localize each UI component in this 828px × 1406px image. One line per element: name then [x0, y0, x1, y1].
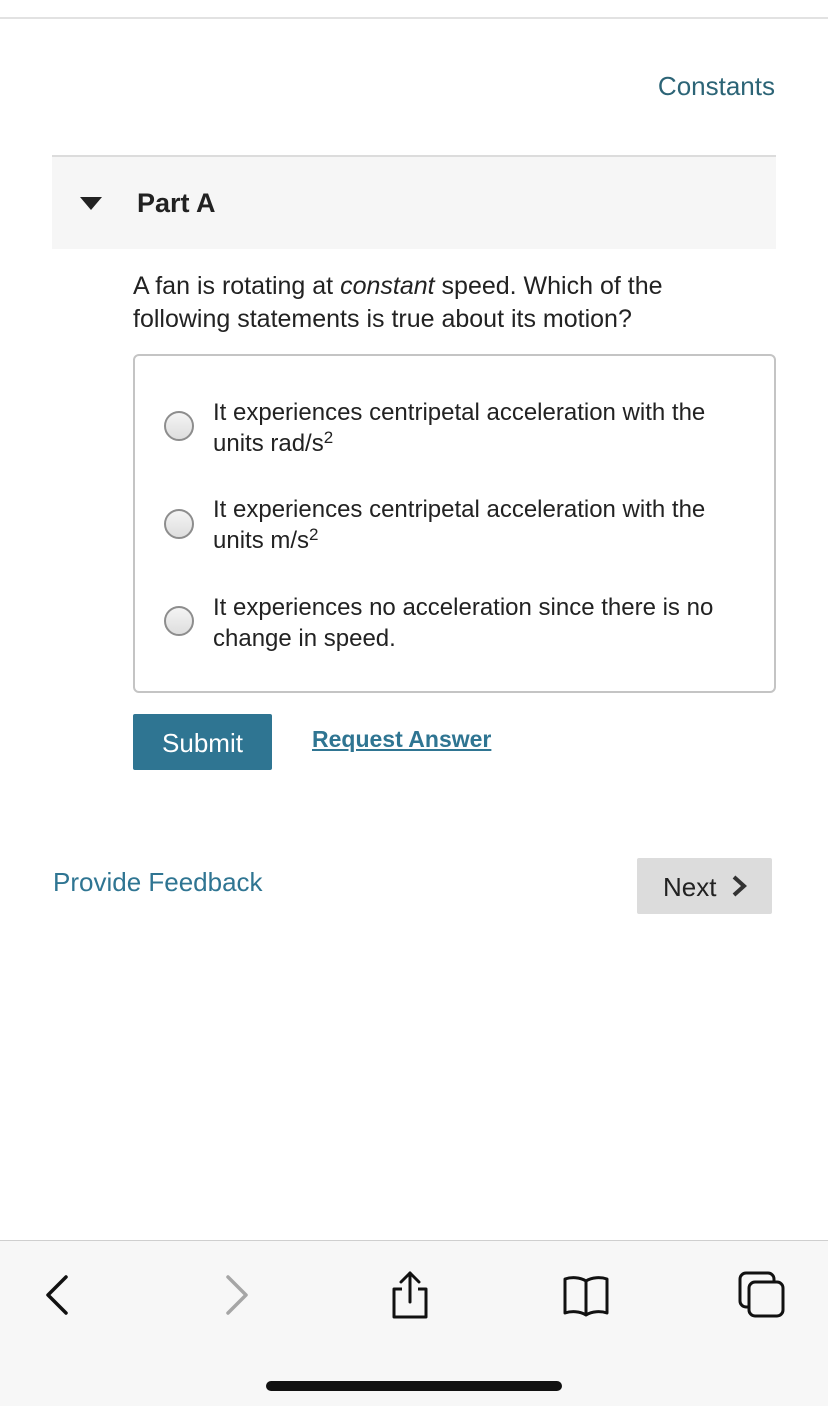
- answer-option-label[interactable]: It experiences no acceleration since the…: [213, 592, 753, 654]
- caret-down-icon[interactable]: [80, 197, 102, 210]
- radio-button[interactable]: [164, 411, 194, 441]
- answer-option-superscript: 2: [323, 428, 334, 447]
- radio-button[interactable]: [164, 606, 194, 636]
- provide-feedback-link[interactable]: Provide Feedback: [53, 867, 263, 898]
- home-indicator: [266, 1381, 562, 1391]
- constants-link[interactable]: Constants: [658, 71, 775, 102]
- question-text-start: A fan is rotating at: [133, 272, 341, 300]
- question-text: A fan is rotating at constant speed. Whi…: [133, 270, 733, 336]
- answer-option-label[interactable]: It experiences centripetal acceleration …: [213, 397, 753, 459]
- answer-option-superscript: 2: [309, 525, 319, 544]
- submit-button[interactable]: Submit: [133, 714, 272, 770]
- top-divider: [0, 17, 828, 19]
- answer-options: It experiences centripetal acceleration …: [133, 354, 776, 693]
- radio-button[interactable]: [164, 509, 194, 539]
- answer-option-text: It experiences centripetal acceleration …: [213, 496, 706, 554]
- back-arrow-icon[interactable]: [32, 1269, 84, 1321]
- part-header[interactable]: Part A: [52, 155, 776, 249]
- share-icon[interactable]: [384, 1269, 436, 1321]
- next-button[interactable]: Next: [637, 858, 772, 914]
- request-answer-link[interactable]: Request Answer: [312, 726, 491, 753]
- answer-option-text: It experiences centripetal acceleration …: [213, 399, 706, 457]
- question-emphasis: constant: [340, 272, 435, 300]
- part-title: Part A: [137, 188, 216, 218]
- next-button-label: Next: [663, 872, 717, 902]
- tabs-icon[interactable]: [736, 1269, 788, 1321]
- bookmarks-icon[interactable]: [560, 1269, 612, 1321]
- forward-arrow-icon[interactable]: [210, 1269, 262, 1321]
- chevron-right-icon: [732, 875, 747, 897]
- answer-option-label[interactable]: It experiences centripetal acceleration …: [213, 494, 753, 556]
